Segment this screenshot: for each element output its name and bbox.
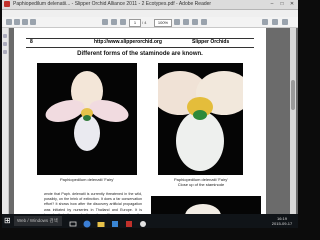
print-icon[interactable] [22,19,28,25]
zoom-select[interactable]: 100% [154,19,172,27]
rotate-icon[interactable] [201,19,207,25]
prev-page-icon[interactable] [102,19,108,25]
email-icon[interactable] [30,19,36,25]
bookmarks-icon[interactable] [3,42,7,46]
next-page-icon[interactable] [111,19,117,25]
comment-icon[interactable] [262,19,268,25]
page-thumbnails-icon[interactable] [3,34,7,38]
page-total: / 4 [142,20,147,25]
taskbar: ⊞ Web / Windows 검색 16:19 2015-09-17 [2,214,298,228]
taskbar-search-input[interactable]: Web / Windows 검색 [14,216,62,226]
pdf-page: 8 http://www.slipperorchid.org Slipper O… [14,28,266,228]
title-bar: Paphiopedilum delenatii... - Slipper Orc… [2,0,298,10]
page-number-input[interactable]: 1 [129,19,141,27]
site-url[interactable]: http://www.slipperorchid.org [94,39,162,46]
share-icon[interactable] [282,19,288,25]
window-title: Paphiopedilum delenatii... - Slipper Orc… [13,1,212,7]
section-heading: Different forms of the staminode are kno… [77,51,203,57]
windows-start-icon[interactable]: ⊞ [4,217,12,225]
clock-date: 2015-09-17 [271,221,293,226]
system-clock[interactable]: 16:19 2015-09-17 [268,216,296,226]
edge-browser-icon[interactable] [82,216,92,228]
navigation-pane [2,28,9,228]
hand-tool-icon[interactable] [120,19,126,25]
minimize-button[interactable]: – [268,1,276,7]
tools-icon[interactable] [272,19,278,25]
zoom-out-icon[interactable] [174,19,180,25]
journal-name: Slipper Orchids [192,39,230,45]
save-icon[interactable] [14,19,20,25]
screen: Paphiopedilum delenatii... - Slipper Orc… [2,0,298,228]
scrollbar-thumb[interactable] [291,80,295,110]
orchid-photo-full [37,63,137,175]
vertical-scrollbar[interactable] [290,28,296,228]
open-icon[interactable] [6,19,12,25]
photo-caption-1: Paphiopedilum delenatii 'Fairy' [59,177,114,182]
page-number: 8 [30,39,33,45]
adobe-reader-icon [4,1,10,7]
orchid-photo-staminode [158,63,243,175]
menu-bar: File Edit View Window Help [2,10,298,24]
photo-caption-2: Paphiopedilum delenatii 'Fairy' Close up… [148,177,254,187]
store-icon[interactable] [110,216,120,227]
toolbar: 1 / 4 100% [2,17,298,28]
browser-taskbar-icon[interactable] [138,216,148,227]
photo-caption-2-subtitle: Close up of the staminode [177,182,225,187]
adobe-reader-taskbar-icon[interactable] [124,216,134,227]
fit-page-icon[interactable] [192,19,198,25]
task-view-icon[interactable] [68,216,78,227]
file-explorer-icon[interactable] [96,216,106,227]
attachments-icon[interactable] [3,50,7,54]
close-button[interactable]: ✕ [288,1,296,7]
zoom-in-icon[interactable] [183,19,189,25]
maximize-button[interactable]: □ [278,1,286,7]
